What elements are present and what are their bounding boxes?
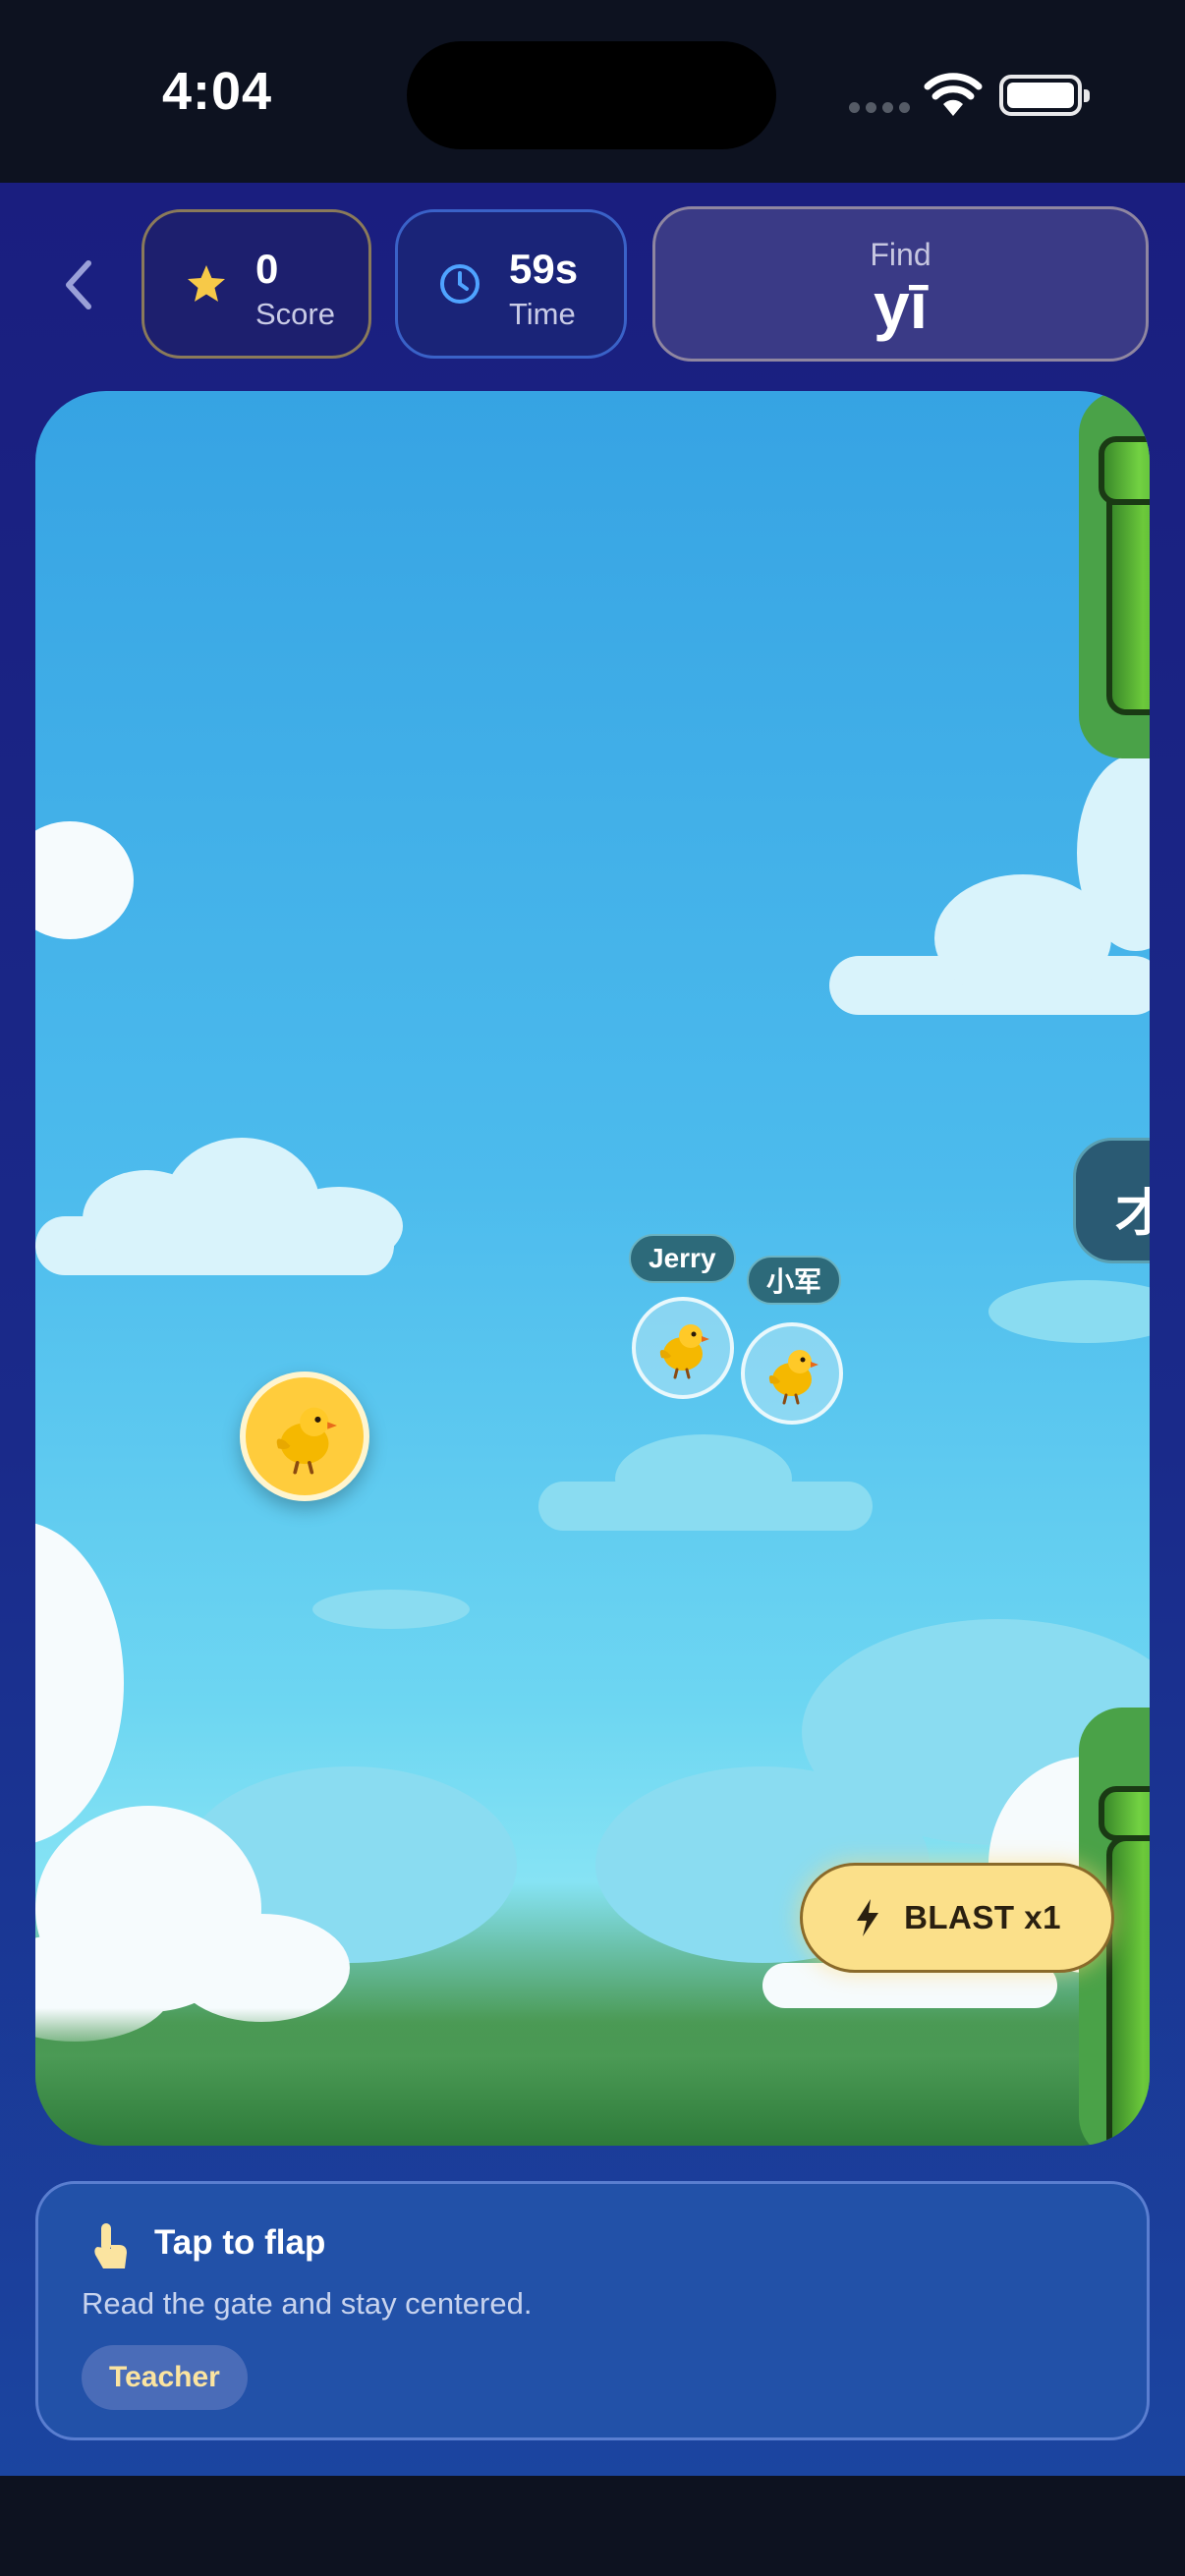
cellular-signal-icon	[849, 102, 910, 113]
top-pipe	[1079, 391, 1150, 758]
hint-body: Read the gate and stay centered.	[82, 2286, 533, 2321]
cloud	[173, 1914, 350, 2022]
player-bird	[240, 1372, 369, 1501]
cloud	[275, 1187, 403, 1265]
cloud	[35, 821, 134, 939]
rival-bird	[632, 1297, 734, 1399]
score-value: 0	[255, 246, 279, 292]
wifi-icon	[924, 73, 983, 116]
status-bar: 4:04	[0, 0, 1185, 183]
gate-character: 才	[1115, 1186, 1150, 1243]
time-card: 59s Time	[395, 209, 627, 359]
back-button[interactable]	[43, 236, 112, 334]
status-time: 4:04	[162, 62, 273, 121]
cloud	[312, 1590, 470, 1629]
pipe-cap	[1099, 436, 1150, 505]
time-value: 59s	[509, 246, 579, 292]
back-chevron-icon	[66, 260, 91, 309]
role-badge: Teacher	[82, 2345, 248, 2410]
star-icon	[188, 265, 225, 302]
cloud	[988, 1280, 1150, 1343]
gate-character-tab: 才	[1073, 1138, 1150, 1263]
score-label: Score	[255, 297, 335, 331]
cloud	[615, 1434, 792, 1523]
tap-hand-icon	[94, 2223, 127, 2268]
chick-icon	[276, 1407, 337, 1475]
score-card: 0 Score	[141, 209, 371, 359]
chick-icon	[768, 1350, 818, 1405]
hint-card: Tap to flap Read the gate and stay cente…	[35, 2181, 1150, 2440]
hint-title: Tap to flap	[154, 2223, 326, 2262]
time-label: Time	[509, 297, 576, 331]
pipe-body	[1106, 1835, 1150, 2146]
rival-name-tag: 小军	[747, 1256, 842, 1305]
clock-icon	[440, 264, 480, 304]
cloud	[35, 1521, 124, 1845]
find-target-pinyin: yī	[873, 269, 929, 342]
battery-icon	[999, 75, 1090, 116]
game-canvas[interactable]: 才 Jerry 小军 BLAST x1	[35, 391, 1150, 2146]
chick-icon	[659, 1324, 709, 1379]
pipe-body	[1106, 499, 1150, 715]
ground	[35, 2008, 1150, 2146]
rival-bird	[741, 1322, 843, 1425]
find-target-card: Find yī	[652, 206, 1149, 362]
rival-name-tag: Jerry	[629, 1234, 736, 1283]
bolt-icon	[857, 1899, 879, 1936]
dynamic-island	[407, 41, 776, 149]
blast-button[interactable]: BLAST x1	[800, 1863, 1114, 1973]
pipe-cap	[1099, 1786, 1150, 1841]
blast-label: BLAST x1	[904, 1899, 1061, 1935]
home-indicator-area	[0, 2476, 1185, 2576]
